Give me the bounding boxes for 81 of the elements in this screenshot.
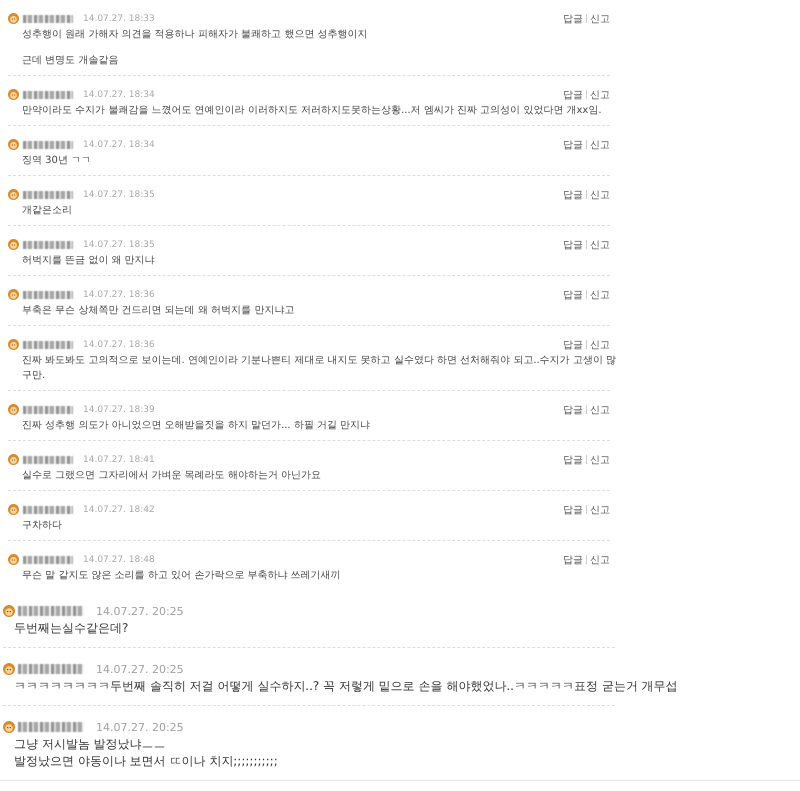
blurred-username [23, 290, 73, 298]
report-link[interactable]: 신고 [590, 338, 610, 352]
report-link[interactable]: 신고 [590, 288, 610, 302]
avatar-icon [8, 189, 19, 200]
blurred-username [23, 406, 73, 414]
reply-link[interactable]: 답글 [563, 402, 583, 416]
comment-text: 그냥 저시발놈 발정났냐ㅡㅡ [14, 736, 166, 753]
avatar-icon [8, 289, 19, 300]
comment-text: 두번째는실수같은데? [14, 620, 128, 637]
blurred-username [18, 606, 84, 616]
comment-text: 무슨 말 같지도 않은 소리를 하고 있어 손가락으로 부축하냐 쓰레기새끼 [22, 569, 341, 583]
comment-text: 성추행이 원래 가해자 의견을 적용하나 피해자가 불쾌하고 했으면 성추행이지 [22, 28, 368, 42]
avatar-icon [3, 663, 15, 675]
report-link[interactable]: 신고 [590, 138, 610, 152]
blurred-username [18, 664, 84, 674]
report-link[interactable]: 신고 [590, 502, 610, 516]
avatar-icon [8, 339, 19, 350]
comment-text: 구차하다 [22, 519, 62, 533]
blurred-username [23, 14, 73, 22]
comment-date: 14.07.27. 18:34 [83, 140, 155, 150]
comment-text: 근데 변명도 개솔같음 [22, 54, 118, 68]
avatar-icon [8, 504, 19, 515]
blurred-username [23, 240, 73, 248]
avatar-icon [8, 139, 19, 150]
comment-date: 14.07.27. 18:33 [83, 14, 155, 24]
comment-date: 14.07.27. 18:36 [83, 290, 155, 300]
blurred-username [23, 140, 73, 148]
reply-link[interactable]: 답글 [563, 238, 583, 252]
comment-date: 14.07.27. 18:41 [83, 454, 155, 464]
comment-text: 만약이라도 수지가 불쾌감을 느꼈어도 연예인이라 이러하지도 저러하지도못하는상황...저 엠씨가 진짜 고의성이 있었다면 개xx임. [22, 104, 602, 118]
comment-text: 실수로 그랬으면 그자리에서 가벼운 목례라도 해야하는거 아닌가요 [22, 469, 322, 483]
comment-text: 개같은소리 [22, 204, 72, 218]
avatar-icon [3, 721, 15, 733]
report-link[interactable]: 신고 [590, 12, 610, 26]
reply-link[interactable]: 답글 [563, 502, 583, 516]
comment-date: 14.07.27. 18:39 [83, 404, 155, 414]
avatar-icon [8, 454, 19, 465]
blurred-username [23, 340, 73, 348]
report-link[interactable]: 신고 [590, 238, 610, 252]
avatar-icon [8, 13, 19, 24]
blurred-username [18, 722, 84, 732]
comment-date: 14.07.27. 18:35 [83, 190, 155, 200]
comment-text: 허벅지를 뜬금 없이 왜 만지냐 [22, 254, 155, 268]
report-link[interactable]: 신고 [590, 88, 610, 102]
reply-link[interactable]: 답글 [563, 88, 583, 102]
comment-text: 부축은 무슨 상체쪽만 건드리면 되는데 왜 허벅지를 만지냐고 [22, 304, 294, 318]
comment-date: 14.07.27. 18:35 [83, 240, 155, 250]
reply-link[interactable]: 답글 [563, 452, 583, 466]
reply-link[interactable]: 답글 [563, 138, 583, 152]
comment-text: 징역 30년 ㄱㄱ [22, 154, 92, 168]
comment-text: ㅋㅋㅋㅋㅋㅋㅋㅋ두번째 솔직히 저걸 어떻게 실수하지..? 꼭 저렇게 밑으로 손을 해야했었나..ㅋㅋㅋㅋㅋ표정 굳는거 개무섭 [14, 678, 678, 695]
avatar-icon [3, 605, 15, 617]
reply-link[interactable]: 답글 [563, 12, 583, 26]
avatar-icon [8, 554, 19, 565]
report-link[interactable]: 신고 [590, 452, 610, 466]
report-link[interactable]: 신고 [590, 188, 610, 202]
reply-link[interactable]: 답글 [563, 338, 583, 352]
blurred-username [23, 456, 73, 464]
comment-date: 14.07.27. 18:48 [83, 554, 155, 564]
comment-date: 14.07.27. 18:42 [83, 504, 155, 514]
reply-link[interactable]: 답글 [563, 288, 583, 302]
report-link[interactable]: 신고 [590, 552, 610, 566]
comment-text: 진짜 성추행 의도가 아니었으면 오해받을짓을 하지 말던가... 하필 거길 만지냐 [22, 419, 370, 433]
comment-date: 14.07.27. 18:34 [83, 90, 155, 100]
blurred-username [23, 506, 73, 514]
blurred-username [23, 556, 73, 564]
comment-date: 14.07.27. 18:36 [83, 340, 155, 350]
comment-date: 14.07.27. 20:25 [96, 604, 184, 618]
reply-link[interactable]: 답글 [563, 552, 583, 566]
comment-text: 진짜 봐도봐도 고의적으로 보이는데. 연예인이라 기분나쁜티 제대로 내지도 못하고 실수였다 하면 선처해줘야 되고..수지가 고생이 많 [22, 354, 616, 368]
avatar-icon [8, 404, 19, 415]
report-link[interactable]: 신고 [590, 402, 610, 416]
avatar-icon [8, 89, 19, 100]
comment-date: 14.07.27. 20:25 [96, 662, 184, 676]
comment-date: 14.07.27. 20:25 [96, 720, 184, 734]
avatar-icon [8, 239, 19, 250]
blurred-username [23, 90, 73, 98]
blurred-username [23, 190, 73, 198]
reply-link[interactable]: 답글 [563, 188, 583, 202]
comment-text: 발정났으면 야동이나 보면서 ㄸ이나 치지;;;;;;;;;;; [14, 753, 278, 770]
comment-text: 구만. [22, 369, 46, 383]
